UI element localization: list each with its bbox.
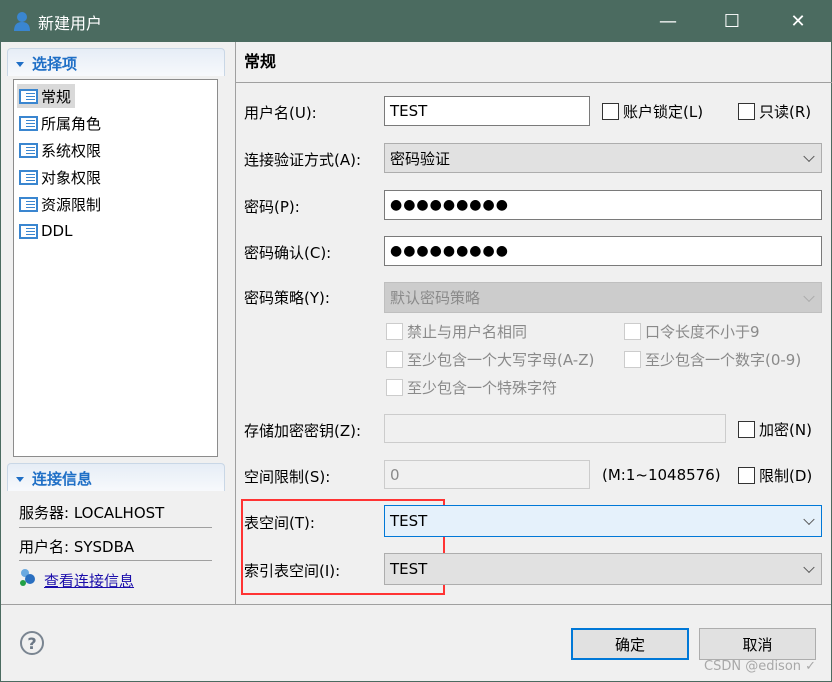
view-connection-info-link[interactable]: 查看连接信息 <box>44 570 134 591</box>
checkbox-box <box>624 323 641 340</box>
help-icon[interactable]: ? <box>20 631 44 655</box>
select-value: 密码验证 <box>390 149 451 168</box>
list-icon <box>19 196 38 212</box>
sidebar-item-roles[interactable]: 所属角色 <box>17 111 105 135</box>
item-label: 常规 <box>41 87 72 106</box>
panel-divider <box>235 42 236 604</box>
username-label: 用户名(U): <box>244 104 317 122</box>
account-lock-checkbox[interactable]: 账户锁定(L) <box>602 101 703 122</box>
auth-method-label: 连接验证方式(A): <box>244 151 362 169</box>
chevron-down-icon <box>803 513 815 526</box>
heading-divider <box>236 82 832 83</box>
checkbox-box <box>386 379 403 396</box>
options-section-header[interactable]: 选择项 <box>7 48 225 76</box>
checkbox-box <box>386 323 403 340</box>
chevron-down-icon <box>803 561 815 574</box>
checkbox-label: 至少包含一个数字(0-9) <box>645 351 802 369</box>
auth-method-select[interactable]: 密码验证 <box>384 143 822 173</box>
options-list: 常规 所属角色 系统权限 对象权限 资源限制 DDL <box>13 79 218 457</box>
password-label: 密码(P): <box>244 198 300 216</box>
page-title: 常规 <box>244 52 277 71</box>
collapse-icon <box>16 477 24 482</box>
sidebar-item-ddl[interactable]: DDL <box>17 219 76 243</box>
server-info: 服务器: LOCALHOST <box>19 504 165 522</box>
space-limit-input[interactable]: 0 <box>384 460 590 489</box>
username-input[interactable]: TEST <box>384 96 590 126</box>
space-limit-range: (M:1~1048576) <box>602 466 721 484</box>
divider <box>19 560 212 561</box>
chevron-down-icon <box>803 150 815 163</box>
sidebar-item-system-privileges[interactable]: 系统权限 <box>17 138 105 162</box>
item-label: 资源限制 <box>41 195 102 214</box>
encrypt-checkbox[interactable]: 加密(N) <box>738 419 812 440</box>
list-icon <box>19 88 38 104</box>
checkbox-label: 账户锁定(L) <box>623 103 704 121</box>
policy-digit-checkbox[interactable]: 至少包含一个数字(0-9) <box>624 349 801 370</box>
item-label: 系统权限 <box>41 141 102 160</box>
list-icon <box>19 223 38 239</box>
options-header-label: 选择项 <box>32 55 78 73</box>
item-label: 所属角色 <box>41 114 102 133</box>
minimize-button[interactable]: — <box>640 0 696 42</box>
checkbox-box <box>624 351 641 368</box>
confirm-password-input[interactable]: ●●●●●●●●● <box>384 236 822 266</box>
ok-button[interactable]: 确定 <box>571 628 689 660</box>
encryption-key-label: 存储加密密钥(Z): <box>244 422 362 440</box>
close-button[interactable]: ✕ <box>770 0 826 42</box>
connection-section-header[interactable]: 连接信息 <box>7 463 225 491</box>
password-input[interactable]: ●●●●●●●●● <box>384 190 822 220</box>
window-title: 新建用户 <box>38 14 103 33</box>
checkbox-label: 至少包含一个特殊字符 <box>407 379 558 397</box>
sidebar-item-general[interactable]: 常规 <box>17 84 76 108</box>
checkbox-label: 口令长度不小于9 <box>645 323 760 341</box>
checkbox-label: 禁止与用户名相同 <box>407 323 528 341</box>
tablespace-label: 表空间(T): <box>244 514 315 532</box>
connection-info-icon <box>20 569 35 586</box>
item-label: 对象权限 <box>41 168 102 187</box>
select-value: TEST <box>390 512 428 530</box>
space-limit-label: 空间限制(S): <box>244 468 331 486</box>
encryption-key-input[interactable] <box>384 414 726 443</box>
checkbox-label: 至少包含一个大写字母(A-Z) <box>407 351 595 369</box>
item-label: DDL <box>41 222 73 240</box>
checkbox-box <box>738 467 755 484</box>
checkbox-box <box>602 103 619 120</box>
confirm-password-label: 密码确认(C): <box>244 244 332 262</box>
select-value: TEST <box>390 560 428 578</box>
policy-not-username-checkbox[interactable]: 禁止与用户名相同 <box>386 321 527 342</box>
password-policy-label: 密码策略(Y): <box>244 289 330 307</box>
checkbox-box <box>386 351 403 368</box>
policy-min-length-checkbox[interactable]: 口令长度不小于9 <box>624 321 760 342</box>
maximize-button[interactable]: ☐ <box>704 0 760 42</box>
list-icon <box>19 115 38 131</box>
checkbox-label: 只读(R) <box>759 103 812 121</box>
index-tablespace-label: 索引表空间(I): <box>244 562 341 580</box>
tablespace-select[interactable]: TEST <box>384 505 822 537</box>
user-info: 用户名: SYSDBA <box>19 538 135 556</box>
sidebar-item-object-privileges[interactable]: 对象权限 <box>17 165 105 189</box>
title-bar: 新建用户 — ☐ ✕ <box>0 0 832 42</box>
checkbox-label: 加密(N) <box>759 421 812 439</box>
footer-divider <box>1 604 831 605</box>
divider <box>19 527 212 528</box>
checkbox-box <box>738 103 755 120</box>
watermark: CSDN @edison ✓ <box>704 659 817 674</box>
collapse-icon <box>16 62 24 67</box>
connection-header-label: 连接信息 <box>32 470 93 488</box>
readonly-checkbox[interactable]: 只读(R) <box>738 101 811 122</box>
policy-special-char-checkbox[interactable]: 至少包含一个特殊字符 <box>386 377 557 398</box>
cancel-button[interactable]: 取消 <box>699 628 816 660</box>
password-policy-select[interactable]: 默认密码策略 <box>384 282 822 313</box>
select-value: 默认密码策略 <box>390 289 481 307</box>
checkbox-box <box>738 421 755 438</box>
limit-checkbox[interactable]: 限制(D) <box>738 465 812 486</box>
list-icon <box>19 169 38 185</box>
policy-uppercase-checkbox[interactable]: 至少包含一个大写字母(A-Z) <box>386 349 594 370</box>
sidebar-item-resource-limits[interactable]: 资源限制 <box>17 192 105 216</box>
checkbox-label: 限制(D) <box>759 467 813 485</box>
list-icon <box>19 142 38 158</box>
index-tablespace-select[interactable]: TEST <box>384 553 822 585</box>
user-icon <box>14 12 30 31</box>
chevron-down-icon <box>803 290 815 302</box>
